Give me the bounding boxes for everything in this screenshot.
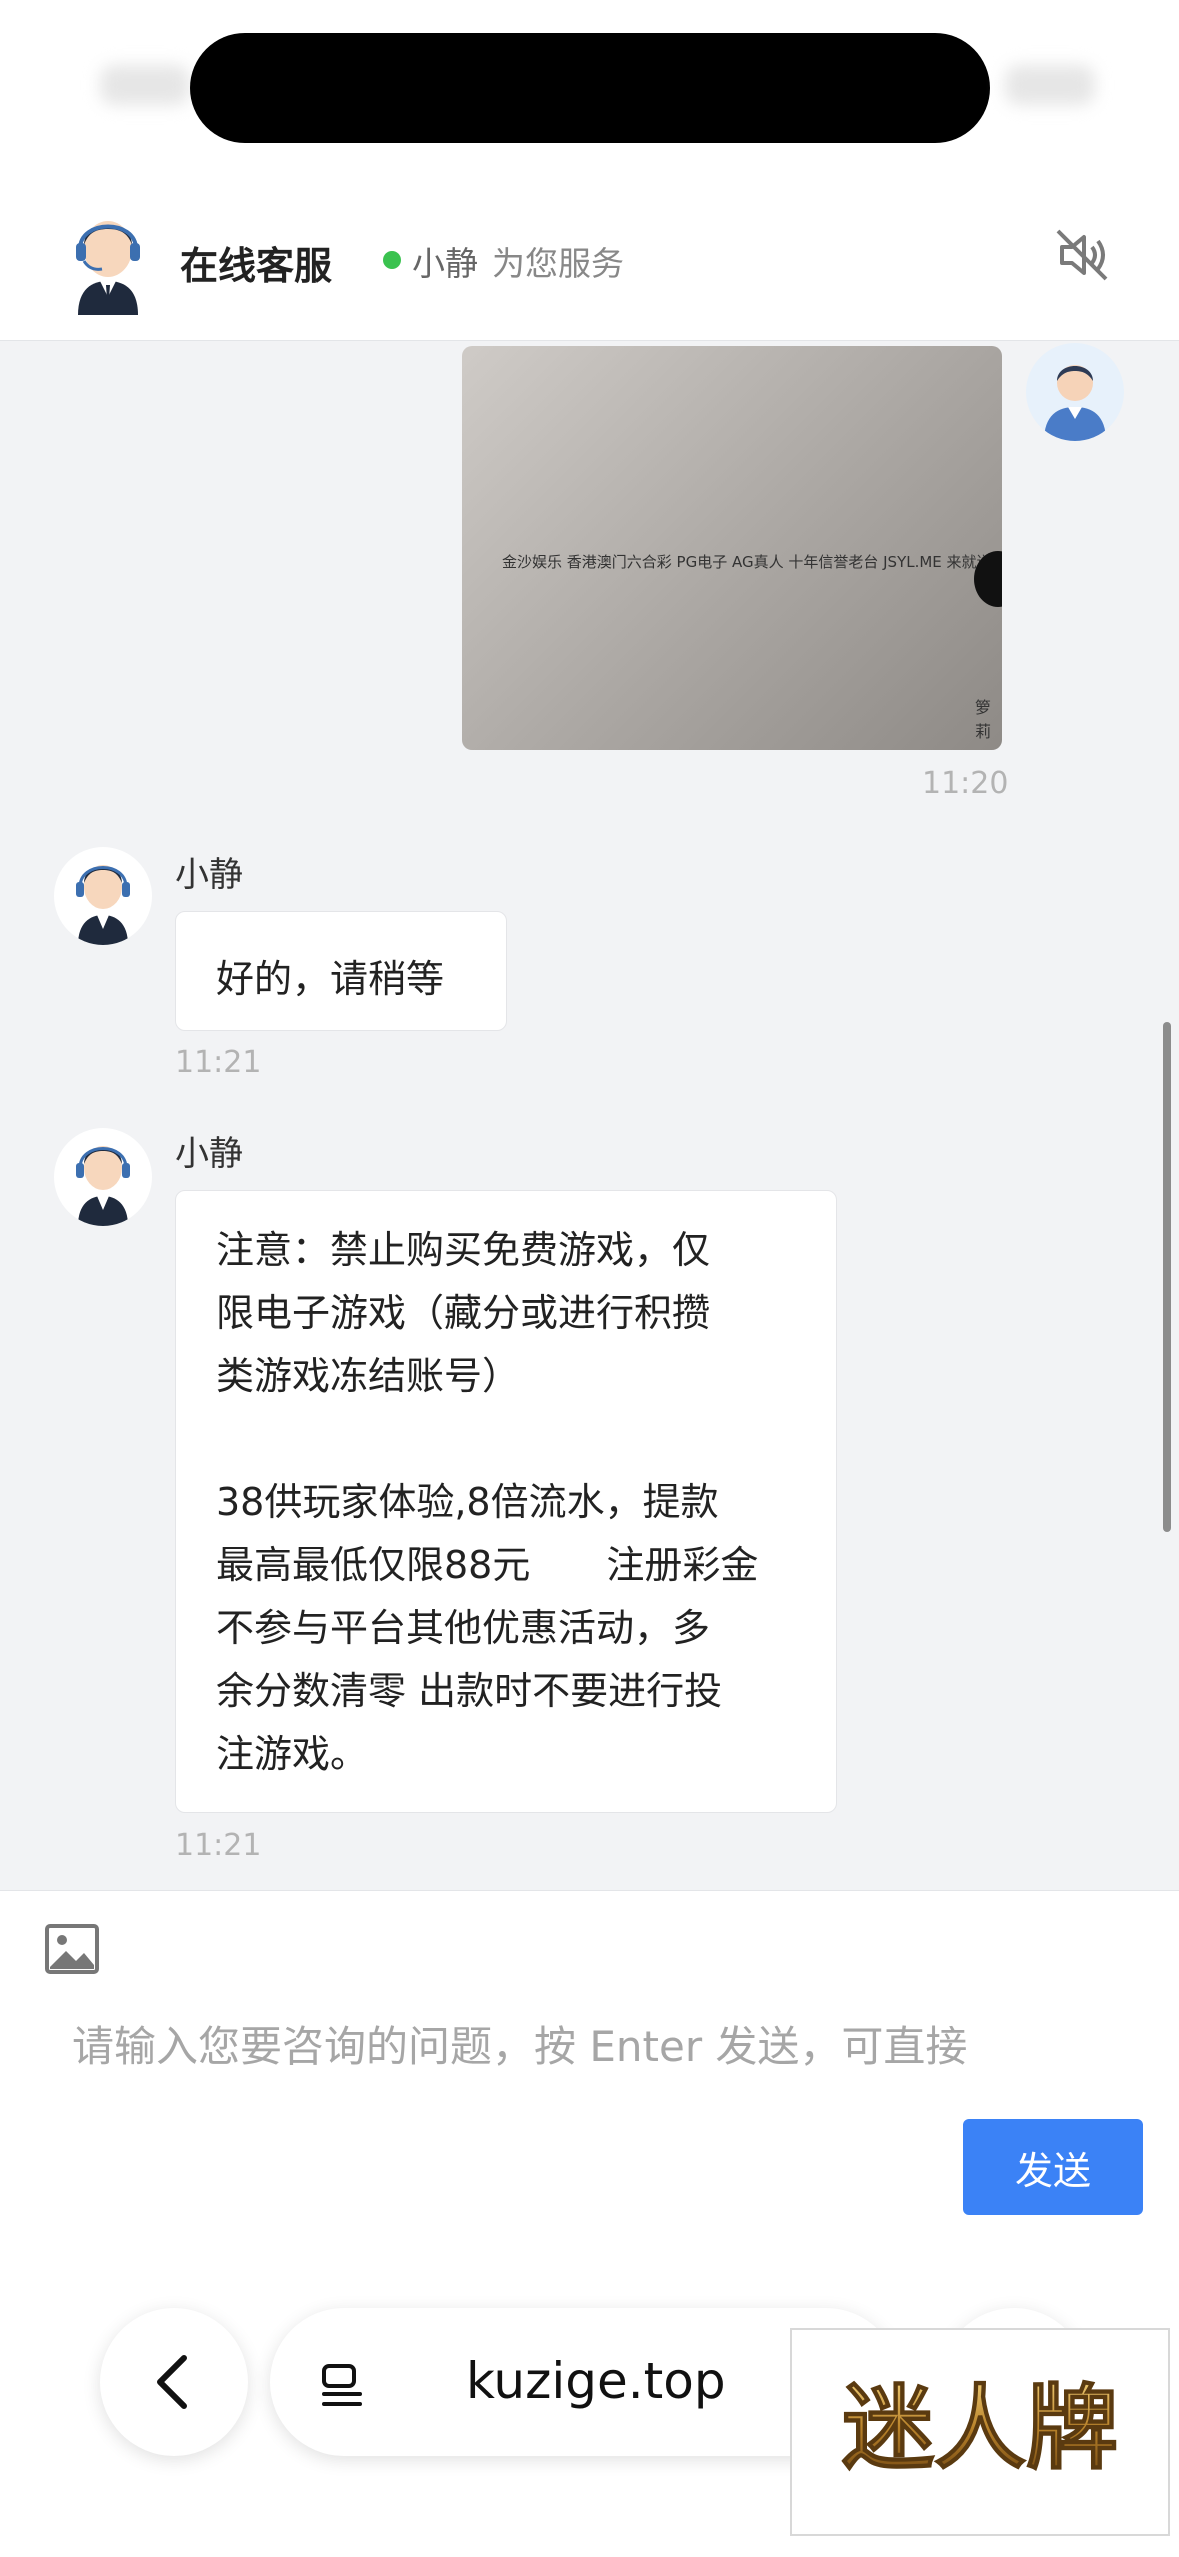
back-button[interactable] [100,2308,248,2456]
status-time-blurred [100,65,190,105]
watermark-logo: 迷人牌 [790,2328,1170,2536]
message-input[interactable] [72,2006,1112,2086]
user-avatar [1026,343,1124,441]
message-text: 注意：禁止购买免费游戏，仅 限电子游戏（藏分或进行积攒 类游戏冻结账号） 38供… [216,1228,759,1776]
message-timestamp: 11:20 [922,766,1009,801]
image-icon[interactable] [44,1921,100,1977]
image-corner-text: 箩莉 [975,698,992,741]
agent-name: 小静 [412,244,478,283]
status-indicators-blurred [1005,65,1095,105]
page-title: 在线客服 [180,244,333,288]
agent-message-bubble: 注意：禁止购买免费游戏，仅 限电子游戏（藏分或进行积攒 类游戏冻结账号） 38供… [175,1190,837,1813]
agent-name-label: 小静 [175,855,243,895]
customer-service-agent-icon [58,205,158,315]
status-bar [0,0,1179,175]
send-button[interactable]: 发送 [963,2119,1143,2215]
chevron-left-icon [157,2355,187,2409]
agent-message-bubble: 好的，请稍等 [175,911,507,1031]
url-text: kuzige.top [466,2352,726,2410]
image-caption-text: 金沙娱乐 香港澳门六合彩 PG电子 AG真人 十年信誉老台 JSYL.ME 来就… [502,553,1002,571]
agent-avatar [54,847,152,945]
agent-name-label: 小静 [175,1134,243,1174]
dynamic-island [190,33,990,143]
agent-avatar [54,1128,152,1226]
online-status-dot [383,251,401,269]
chat-scrollbar[interactable] [1163,1022,1171,1532]
speaker-muted-icon[interactable] [1052,225,1112,285]
agent-status-text: 为您服务 [492,244,624,283]
svg-text:迷人牌: 迷人牌 [842,2374,1118,2482]
sent-image-message[interactable]: 金沙娱乐 香港澳门六合彩 PG电子 AG真人 十年信誉老台 JSYL.ME 来就… [462,346,1002,750]
tabs-list-icon[interactable] [318,2360,368,2410]
message-timestamp: 11:21 [175,1828,262,1863]
chat-header: 在线客服 小静 为您服务 [0,175,1179,341]
message-text: 好的，请稍等 [216,957,445,1001]
message-timestamp: 11:21 [175,1045,262,1080]
